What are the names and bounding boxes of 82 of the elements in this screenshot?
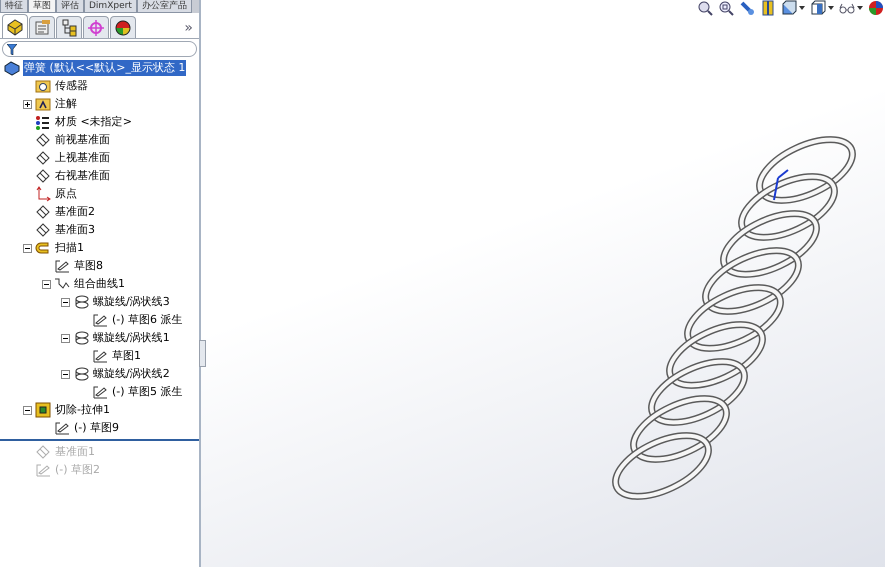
collapse-toggle[interactable] <box>61 334 70 342</box>
tree-item[interactable]: (-) 草图6 派生 <box>111 312 184 328</box>
panel-collapse-handle[interactable] <box>199 340 206 367</box>
collapse-toggle[interactable] <box>23 406 32 414</box>
tree-item[interactable]: (-) 草图5 派生 <box>111 384 184 400</box>
plane-icon <box>35 444 51 460</box>
tree-item[interactable]: 基准面2 <box>54 204 96 220</box>
previous-view-icon <box>739 0 755 16</box>
part-icon <box>4 60 20 76</box>
tree-item[interactable]: 前视基准面 <box>54 132 111 148</box>
collapse-toggle[interactable] <box>61 370 70 378</box>
tree-item[interactable]: (-) 草图9 <box>73 420 120 436</box>
sketch-icon <box>54 420 70 436</box>
tree-item[interactable]: 弹簧 (默认<<默认>_显示状态 1 <box>23 60 186 76</box>
appearance-icon <box>868 0 884 16</box>
sensor-folder-icon <box>35 78 51 94</box>
feature-icon <box>6 16 24 36</box>
manager-tab[interactable] <box>110 16 136 38</box>
collapse-toggle[interactable] <box>61 298 70 306</box>
view-orientation-icon <box>781 0 797 16</box>
display-icon <box>114 18 132 38</box>
origin-icon <box>35 186 51 202</box>
plane-icon <box>35 222 51 238</box>
filter-field[interactable] <box>2 41 197 57</box>
annotation-folder-icon <box>35 96 51 112</box>
sweep-icon <box>35 240 51 256</box>
zoom-area-icon <box>718 0 734 16</box>
property-icon <box>33 18 51 38</box>
filter-icon <box>7 44 17 54</box>
manager-tab[interactable] <box>56 16 82 38</box>
helix-icon <box>73 294 89 310</box>
helix-icon <box>73 366 89 382</box>
tree-item[interactable]: 组合曲线1 <box>73 276 126 292</box>
tree-item[interactable]: 切除-拉伸1 <box>54 402 111 418</box>
tree-item[interactable]: 材质 <未指定> <box>54 114 133 130</box>
config-icon <box>60 18 78 38</box>
view-toolbar-button[interactable] <box>780 0 806 16</box>
cut-icon <box>35 402 51 418</box>
dimxpert-icon <box>87 18 105 38</box>
helix-icon <box>73 330 89 346</box>
command-tab[interactable]: DimXpert <box>84 0 137 13</box>
tree-item[interactable]: 草图8 <box>73 258 104 274</box>
command-tab[interactable]: 办公室产品 <box>136 0 192 13</box>
tree-item[interactable]: 基准面3 <box>54 222 96 238</box>
plus-icon <box>24 100 31 108</box>
tree-item[interactable]: 螺旋线/涡状线1 <box>92 330 171 346</box>
plane-icon <box>35 150 51 166</box>
view-toolbar-button[interactable] <box>717 0 735 16</box>
command-tab[interactable]: 特征 <box>0 0 28 13</box>
command-tab[interactable]: 评估 <box>56 0 84 13</box>
display-style-icon <box>810 0 826 16</box>
expand-toggle[interactable] <box>23 100 32 108</box>
sketch-icon <box>92 312 108 328</box>
tree-item[interactable]: 注解 <box>54 96 78 112</box>
plane-icon <box>35 204 51 220</box>
more-tabs-button[interactable]: » <box>180 18 197 38</box>
collapse-toggle[interactable] <box>23 244 32 252</box>
command-tab[interactable]: 草图 <box>28 0 56 13</box>
material-icon <box>35 114 51 130</box>
sketch-icon <box>92 384 108 400</box>
tree-item[interactable]: 草图1 <box>111 348 142 364</box>
view-toolbar-button[interactable] <box>738 0 756 16</box>
tree-item[interactable]: 右视基准面 <box>54 168 111 184</box>
view-toolbar-button[interactable] <box>696 0 714 16</box>
tree-item[interactable]: 传感器 <box>54 78 89 94</box>
tree-item[interactable]: 上视基准面 <box>54 150 111 166</box>
sketch-icon <box>54 258 70 274</box>
tree-item[interactable]: 扫描1 <box>54 240 85 256</box>
view-toolbar-button[interactable] <box>809 0 835 16</box>
collapse-toggle[interactable] <box>42 280 51 288</box>
plane-icon <box>35 168 51 184</box>
tree-item[interactable]: 螺旋线/涡状线2 <box>92 366 171 382</box>
sketch-icon <box>35 462 51 478</box>
section-view-icon <box>760 0 776 16</box>
plane-icon <box>35 132 51 148</box>
view-toolbar-button[interactable] <box>867 0 885 16</box>
tree-item[interactable]: 螺旋线/涡状线3 <box>92 294 171 310</box>
manager-tab[interactable] <box>2 14 28 38</box>
manager-tab[interactable] <box>29 16 55 38</box>
sketch-icon <box>92 348 108 364</box>
zoom-to-fit-icon <box>697 0 713 16</box>
tree-item[interactable]: 原点 <box>54 186 78 202</box>
